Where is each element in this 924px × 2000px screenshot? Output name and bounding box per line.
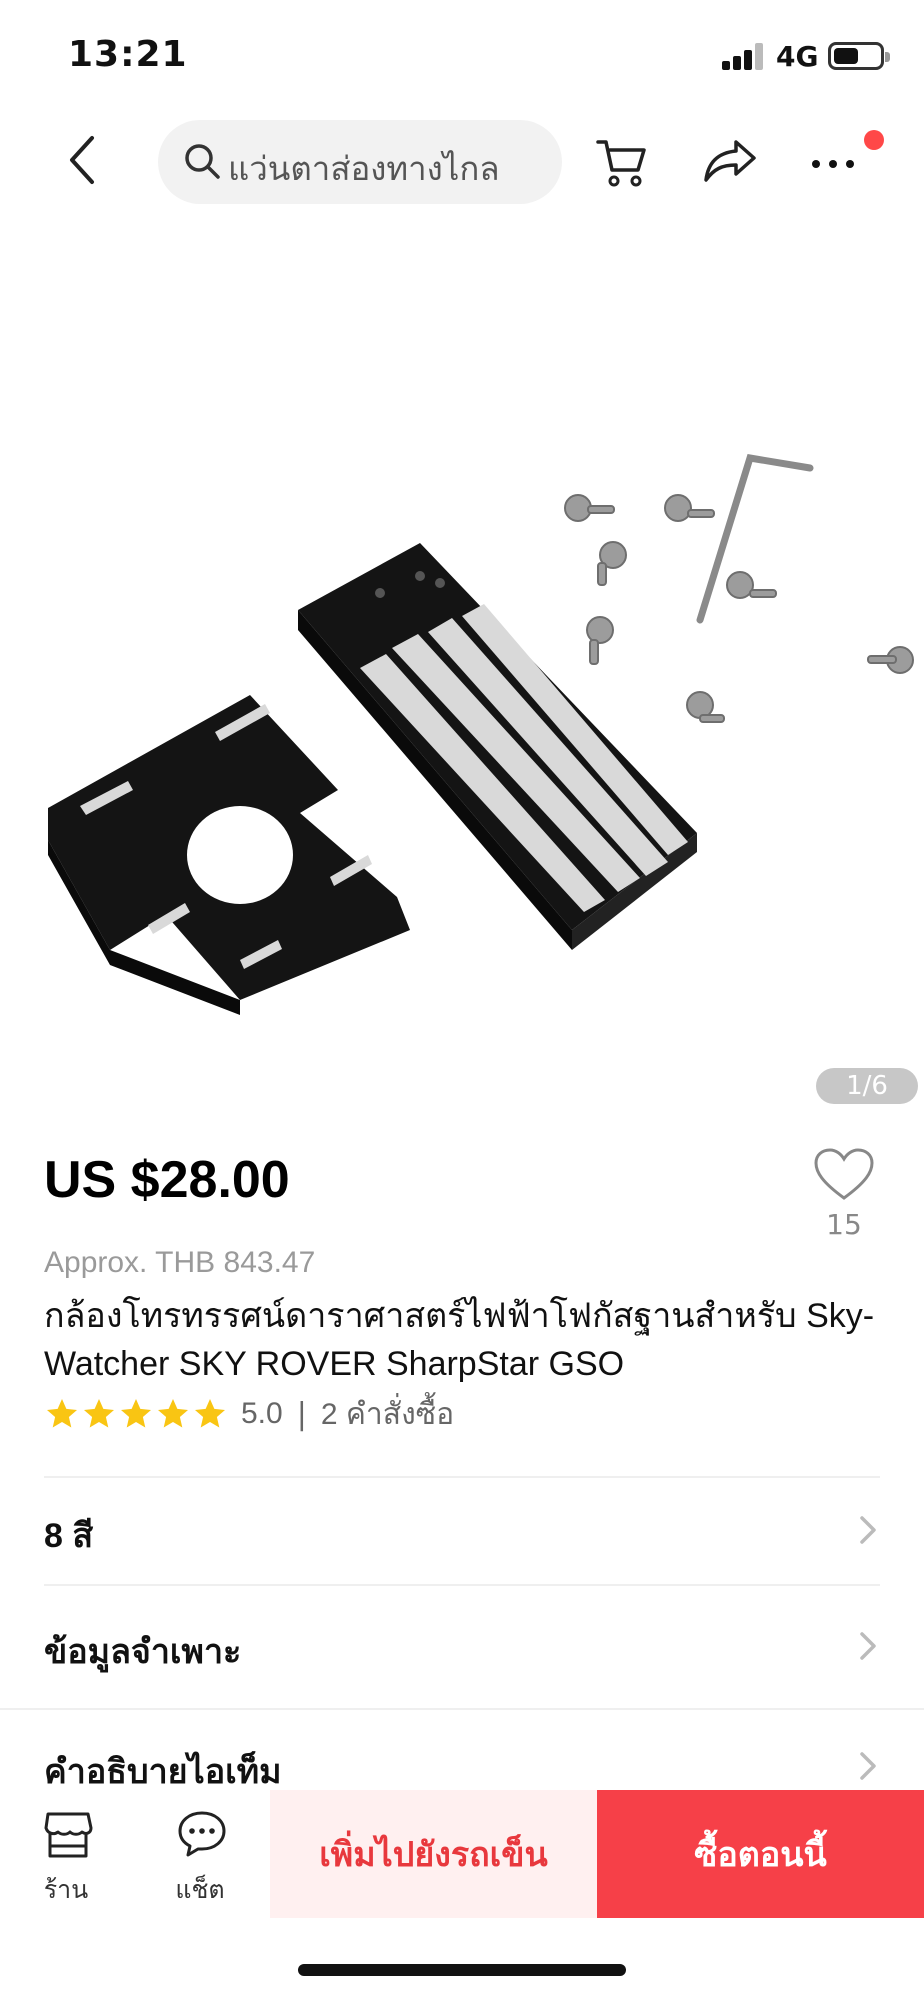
cart-icon <box>596 140 646 187</box>
network-label: 4G <box>776 40 819 73</box>
color-options-row[interactable]: 8 สี <box>44 1490 880 1570</box>
orders-count: 2 คำสั่งซื้อ <box>320 1397 455 1431</box>
product-image[interactable] <box>0 232 924 1122</box>
chat-icon <box>178 1811 226 1857</box>
approx-price: Approx. THB 843.47 <box>44 1246 316 1279</box>
cart-button[interactable] <box>594 134 648 190</box>
status-bar: 13:21 4G <box>0 0 924 110</box>
star-icon <box>84 1399 114 1428</box>
color-options-label: 8 สี <box>44 1517 94 1555</box>
divider <box>44 1584 880 1586</box>
chevron-right-icon <box>860 1632 876 1660</box>
image-counter: 1/6 <box>816 1068 918 1104</box>
rating-row[interactable]: 5.0 | 2 คำสั่งซื้อ <box>44 1394 454 1434</box>
wishlist-count: 15 <box>826 1208 862 1241</box>
wishlist-button[interactable]: 15 <box>812 1146 876 1246</box>
more-icon <box>812 160 863 168</box>
rating-stars <box>44 1396 229 1432</box>
product-title: กล้องโทรทรรศน์ดาราศาสตร์ไฟฟ้าโฟกัสฐานสำห… <box>44 1297 875 1383</box>
add-to-cart-button[interactable]: เพิ่มไปยังรถเข็น <box>270 1790 597 1918</box>
divider <box>0 1708 924 1710</box>
share-icon <box>704 140 756 182</box>
heart-icon <box>814 1148 874 1200</box>
chevron-right-icon <box>860 1752 876 1780</box>
star-icon <box>195 1399 225 1428</box>
specifications-row[interactable]: ข้อมูลจำเพาะ <box>44 1606 880 1686</box>
battery-fill <box>834 48 858 64</box>
product-photo <box>0 232 924 1122</box>
battery-icon <box>828 42 890 70</box>
rating-value: 5.0 <box>241 1397 283 1430</box>
store-icon <box>44 1812 93 1858</box>
home-indicator <box>298 1964 626 1976</box>
chat-button[interactable]: แช็ต <box>140 1790 260 1920</box>
store-button[interactable]: ร้าน <box>6 1790 126 1920</box>
star-icon <box>47 1399 77 1428</box>
store-label: ร้าน <box>43 1875 89 1904</box>
buy-now-button[interactable]: ซื้อตอนนี้ <box>597 1790 924 1918</box>
search-placeholder: แว่นตาส่องทางไกล <box>228 149 500 188</box>
notification-dot <box>864 130 884 150</box>
signal-icon <box>722 42 766 70</box>
status-time: 13:21 <box>68 34 188 75</box>
chevron-left-icon <box>70 136 94 184</box>
star-icon <box>158 1399 188 1428</box>
bottom-action-bar: ร้าน แช็ต เพิ่มไปยังรถเข็น ซื้อตอนนี้ <box>0 1790 924 1920</box>
rating-separator: | <box>296 1396 307 1432</box>
divider <box>44 1476 880 1478</box>
chevron-right-icon <box>860 1516 876 1544</box>
back-button[interactable] <box>58 130 108 190</box>
product-price: US $28.00 <box>44 1151 290 1209</box>
share-button[interactable] <box>702 136 758 186</box>
chat-label: แช็ต <box>175 1875 225 1904</box>
search-input[interactable]: แว่นตาส่องทางไกล <box>158 120 562 204</box>
more-button[interactable] <box>812 140 868 180</box>
star-icon <box>121 1399 151 1428</box>
specifications-label: ข้อมูลจำเพาะ <box>44 1633 242 1671</box>
search-icon <box>185 144 220 179</box>
